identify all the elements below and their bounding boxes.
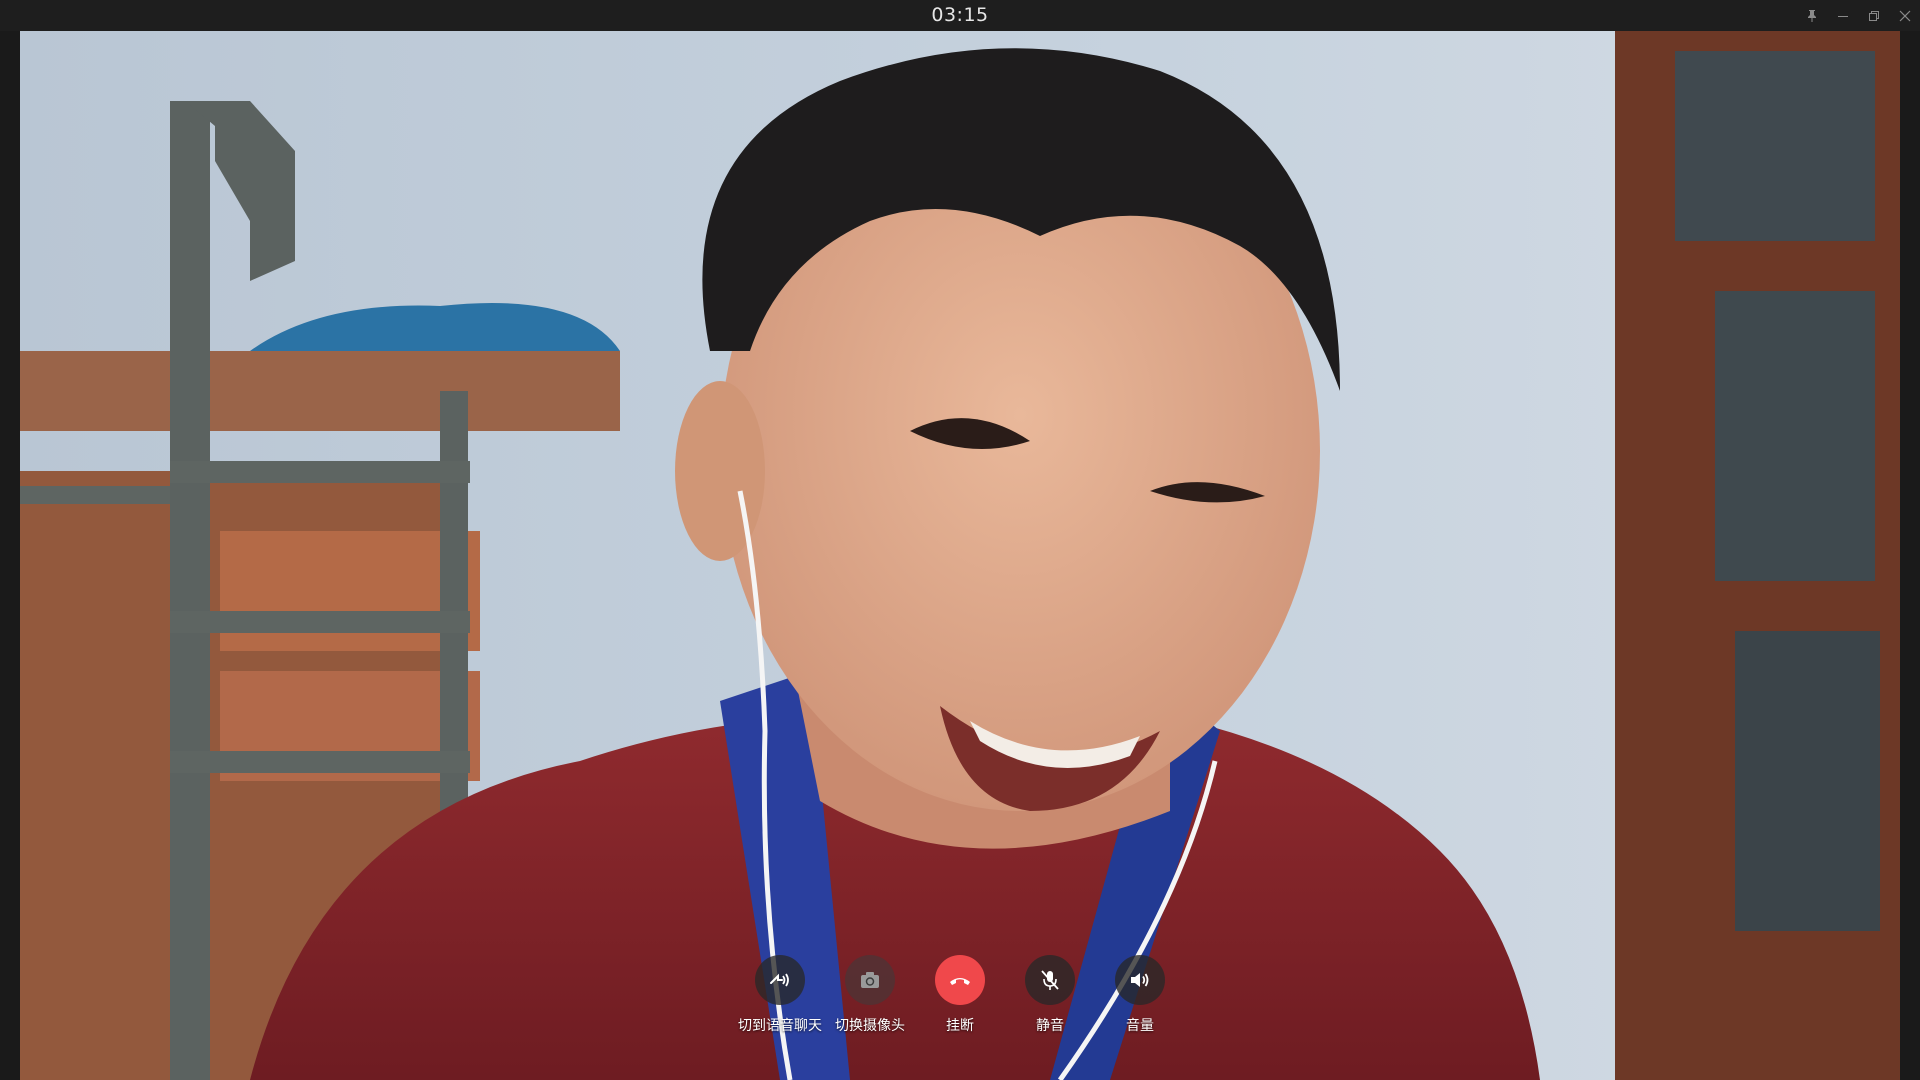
switch-to-voice-button[interactable]: 切到语音聊天: [735, 955, 825, 1055]
switch-to-voice-label: 切到语音聊天: [738, 1018, 822, 1034]
hang-up-button[interactable]: 挂断: [915, 955, 1005, 1055]
minimize-icon: [1837, 15, 1848, 17]
remote-video-feed: [20, 31, 1900, 1080]
hang-up-icon: [950, 978, 970, 985]
switch-camera-button[interactable]: 切换摄像头: [825, 955, 915, 1055]
call-timer: 03:15: [931, 4, 989, 26]
mute-label: 静音: [1036, 1018, 1064, 1034]
voice-switch-icon: [770, 973, 789, 987]
minimize-button[interactable]: [1827, 0, 1858, 31]
call-controls-bar: 切到语音聊天 切换摄像头 挂断 静音 音量: [0, 955, 1920, 1055]
camera-switch-icon: [861, 972, 879, 988]
pin-button[interactable]: [1796, 0, 1827, 31]
hang-up-label: 挂断: [946, 1018, 974, 1034]
volume-button[interactable]: 音量: [1095, 955, 1185, 1055]
restore-icon: [1868, 10, 1879, 21]
mute-button[interactable]: 静音: [1005, 955, 1095, 1055]
restore-button[interactable]: [1858, 0, 1889, 31]
pin-icon: [1807, 9, 1816, 22]
title-bar: 03:15: [0, 0, 1920, 31]
close-button[interactable]: [1889, 0, 1920, 31]
video-frame-person: [20, 31, 1900, 1080]
mute-mic-icon: [1041, 970, 1059, 990]
window-controls: [1796, 0, 1920, 31]
volume-icon: [1131, 973, 1149, 987]
volume-label: 音量: [1126, 1018, 1154, 1034]
switch-camera-label: 切换摄像头: [835, 1018, 905, 1034]
close-icon: [1899, 10, 1910, 21]
